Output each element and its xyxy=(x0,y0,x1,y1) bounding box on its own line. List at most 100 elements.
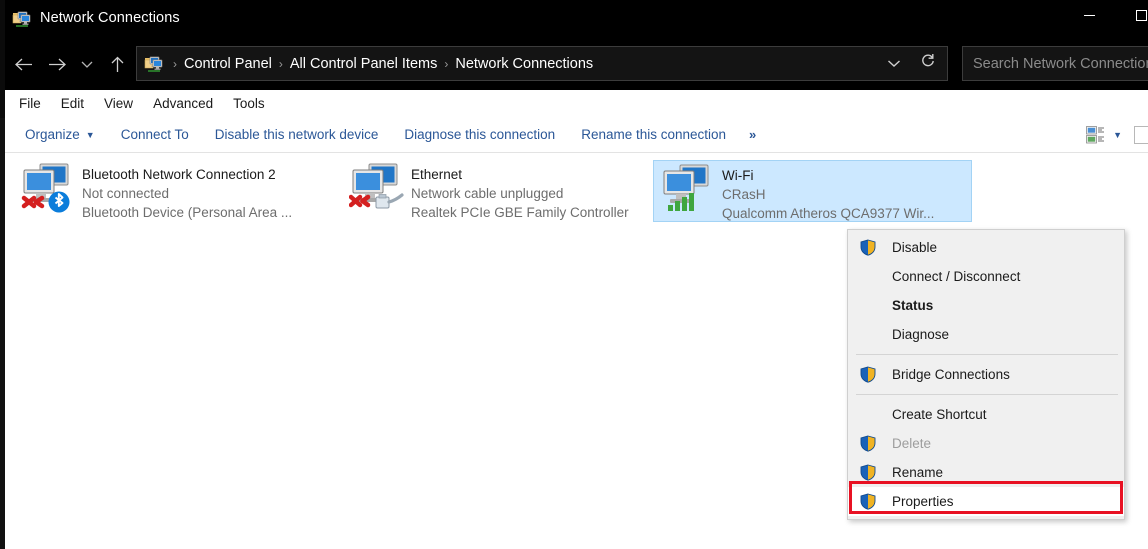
connection-text: Bluetooth Network Connection 2 Not conne… xyxy=(82,160,332,222)
connection-device: Qualcomm Atheros QCA9377 Wir... xyxy=(722,204,971,223)
maximize-icon xyxy=(1136,10,1147,21)
breadcrumb-item-control-panel[interactable]: Control Panel xyxy=(184,56,272,72)
search-input[interactable]: Search Network Connections xyxy=(973,56,1148,72)
icon-slot-empty xyxy=(856,405,880,425)
connection-text: Ethernet Network cable unplugged Realtek… xyxy=(411,160,661,222)
breadcrumb-separator: › xyxy=(437,57,455,71)
connection-status: Not connected xyxy=(82,184,332,203)
connection-name: Wi-Fi xyxy=(722,166,971,185)
list-item[interactable]: Bluetooth Network Connection 2 Not conne… xyxy=(14,160,332,222)
context-menu-item-status[interactable]: Status xyxy=(848,291,1124,320)
context-menu-item-connect-disconnect[interactable]: Connect / Disconnect xyxy=(848,262,1124,291)
refresh-button[interactable] xyxy=(909,53,947,74)
shield-icon xyxy=(856,365,880,385)
breadcrumb-separator: › xyxy=(272,57,290,71)
connection-device: Realtek PCIe GBE Family Controller xyxy=(411,203,661,222)
connection-device: Bluetooth Device (Personal Area ... xyxy=(82,203,332,222)
breadcrumb-item-network-connections[interactable]: Network Connections xyxy=(455,56,593,72)
ethernet-cable-icon xyxy=(376,195,402,209)
network-connections-window: Network Connections xyxy=(0,0,1148,549)
connection-name: Bluetooth Network Connection 2 xyxy=(82,165,332,184)
minimize-icon xyxy=(1084,15,1095,16)
connection-status: CRasH xyxy=(722,185,971,204)
organize-label: Organize xyxy=(25,127,80,142)
help-button[interactable] xyxy=(1134,126,1148,144)
network-connections-icon xyxy=(12,9,32,29)
forward-arrow-icon xyxy=(48,57,67,72)
back-button[interactable] xyxy=(10,51,36,77)
back-arrow-icon xyxy=(14,57,33,72)
menu-item-view[interactable]: View xyxy=(94,93,143,114)
connect-to-button[interactable]: Connect To xyxy=(108,121,202,148)
context-menu-item-create-shortcut[interactable]: Create Shortcut xyxy=(848,400,1124,429)
chevron-down-icon xyxy=(81,60,93,69)
context-menu-label: Delete xyxy=(892,436,1124,451)
breadcrumb-separator: › xyxy=(166,57,184,71)
context-menu-item-bridge-connections[interactable]: Bridge Connections xyxy=(848,360,1124,389)
context-menu-label: Status xyxy=(892,298,1124,313)
context-menu-label: Properties xyxy=(892,494,1124,509)
menu-item-file[interactable]: File xyxy=(9,93,51,114)
icon-slot-empty xyxy=(856,325,880,345)
rename-connection-button[interactable]: Rename this connection xyxy=(568,121,739,148)
context-menu-item-delete: Delete xyxy=(848,429,1124,458)
breadcrumb[interactable]: › Control Panel › All Control Panel Item… xyxy=(136,46,948,81)
command-overflow-button[interactable]: » xyxy=(739,121,766,148)
list-item[interactable]: Ethernet Network cable unplugged Realtek… xyxy=(343,160,661,222)
breadcrumb-item-all-control-panel-items[interactable]: All Control Panel Items xyxy=(290,56,437,72)
maximize-button[interactable] xyxy=(1118,0,1148,31)
up-arrow-icon xyxy=(110,56,125,73)
window-left-edge xyxy=(0,0,5,549)
view-layout-icon[interactable] xyxy=(1086,126,1106,144)
menu-item-advanced[interactable]: Advanced xyxy=(143,93,223,114)
search-box[interactable]: Search Network Connections xyxy=(962,46,1148,81)
list-item-wifi-selected[interactable]: Wi-Fi CRasH Qualcomm Atheros QCA9377 Wir… xyxy=(653,160,972,222)
connection-name: Ethernet xyxy=(411,165,661,184)
title-bar: Network Connections xyxy=(0,0,1148,38)
context-menu-separator xyxy=(856,354,1118,355)
connection-icon-group xyxy=(349,162,411,220)
view-dropdown-button[interactable]: ▼ xyxy=(1109,130,1134,140)
connection-icon-group xyxy=(20,162,82,220)
shield-icon xyxy=(856,492,880,512)
connection-status: Network cable unplugged xyxy=(411,184,661,203)
menu-item-tools[interactable]: Tools xyxy=(223,93,275,114)
context-menu-separator xyxy=(856,394,1118,395)
minimize-button[interactable] xyxy=(1066,0,1112,31)
icon-slot-empty xyxy=(856,296,880,316)
refresh-icon xyxy=(920,53,936,69)
diagnose-connection-button[interactable]: Diagnose this connection xyxy=(391,121,568,148)
address-dropdown-button[interactable] xyxy=(879,56,909,71)
connection-text: Wi-Fi CRasH Qualcomm Atheros QCA9377 Wir… xyxy=(722,161,971,223)
command-bar: Organize ▼ Connect To Disable this networ… xyxy=(5,117,1148,153)
context-menu-label: Disable xyxy=(892,240,1124,255)
context-menu-label: Diagnose xyxy=(892,327,1124,342)
menu-bar: File Edit View Advanced Tools xyxy=(5,90,1148,117)
connection-icon-group xyxy=(660,163,722,221)
breadcrumb-network-icon xyxy=(144,54,164,74)
chevron-down-icon xyxy=(887,59,901,68)
window-left-edge-strip xyxy=(0,118,5,549)
context-menu-label: Bridge Connections xyxy=(892,367,1124,382)
window-title: Network Connections xyxy=(40,10,180,26)
context-menu-item-properties[interactable]: Properties xyxy=(848,487,1124,516)
shield-icon xyxy=(856,238,880,258)
shield-icon xyxy=(856,463,880,483)
disable-network-device-button[interactable]: Disable this network device xyxy=(202,121,392,148)
context-menu-item-diagnose[interactable]: Diagnose xyxy=(848,320,1124,349)
up-button[interactable] xyxy=(104,51,130,77)
icon-slot-empty xyxy=(856,267,880,287)
chevron-down-icon: ▼ xyxy=(86,130,95,140)
context-menu-label: Connect / Disconnect xyxy=(892,269,1124,284)
menu-item-edit[interactable]: Edit xyxy=(51,93,94,114)
context-menu-item-disable[interactable]: Disable xyxy=(848,233,1124,262)
context-menu: Disable Connect / Disconnect Status Diag… xyxy=(847,229,1125,520)
forward-button[interactable] xyxy=(44,51,70,77)
organize-button[interactable]: Organize ▼ xyxy=(12,121,108,148)
context-menu-label: Create Shortcut xyxy=(892,407,1124,422)
context-menu-label: Rename xyxy=(892,465,1124,480)
shield-icon xyxy=(856,434,880,454)
context-menu-item-rename[interactable]: Rename xyxy=(848,458,1124,487)
recent-locations-button[interactable] xyxy=(74,51,100,77)
address-bar: › Control Panel › All Control Panel Item… xyxy=(0,38,1148,90)
